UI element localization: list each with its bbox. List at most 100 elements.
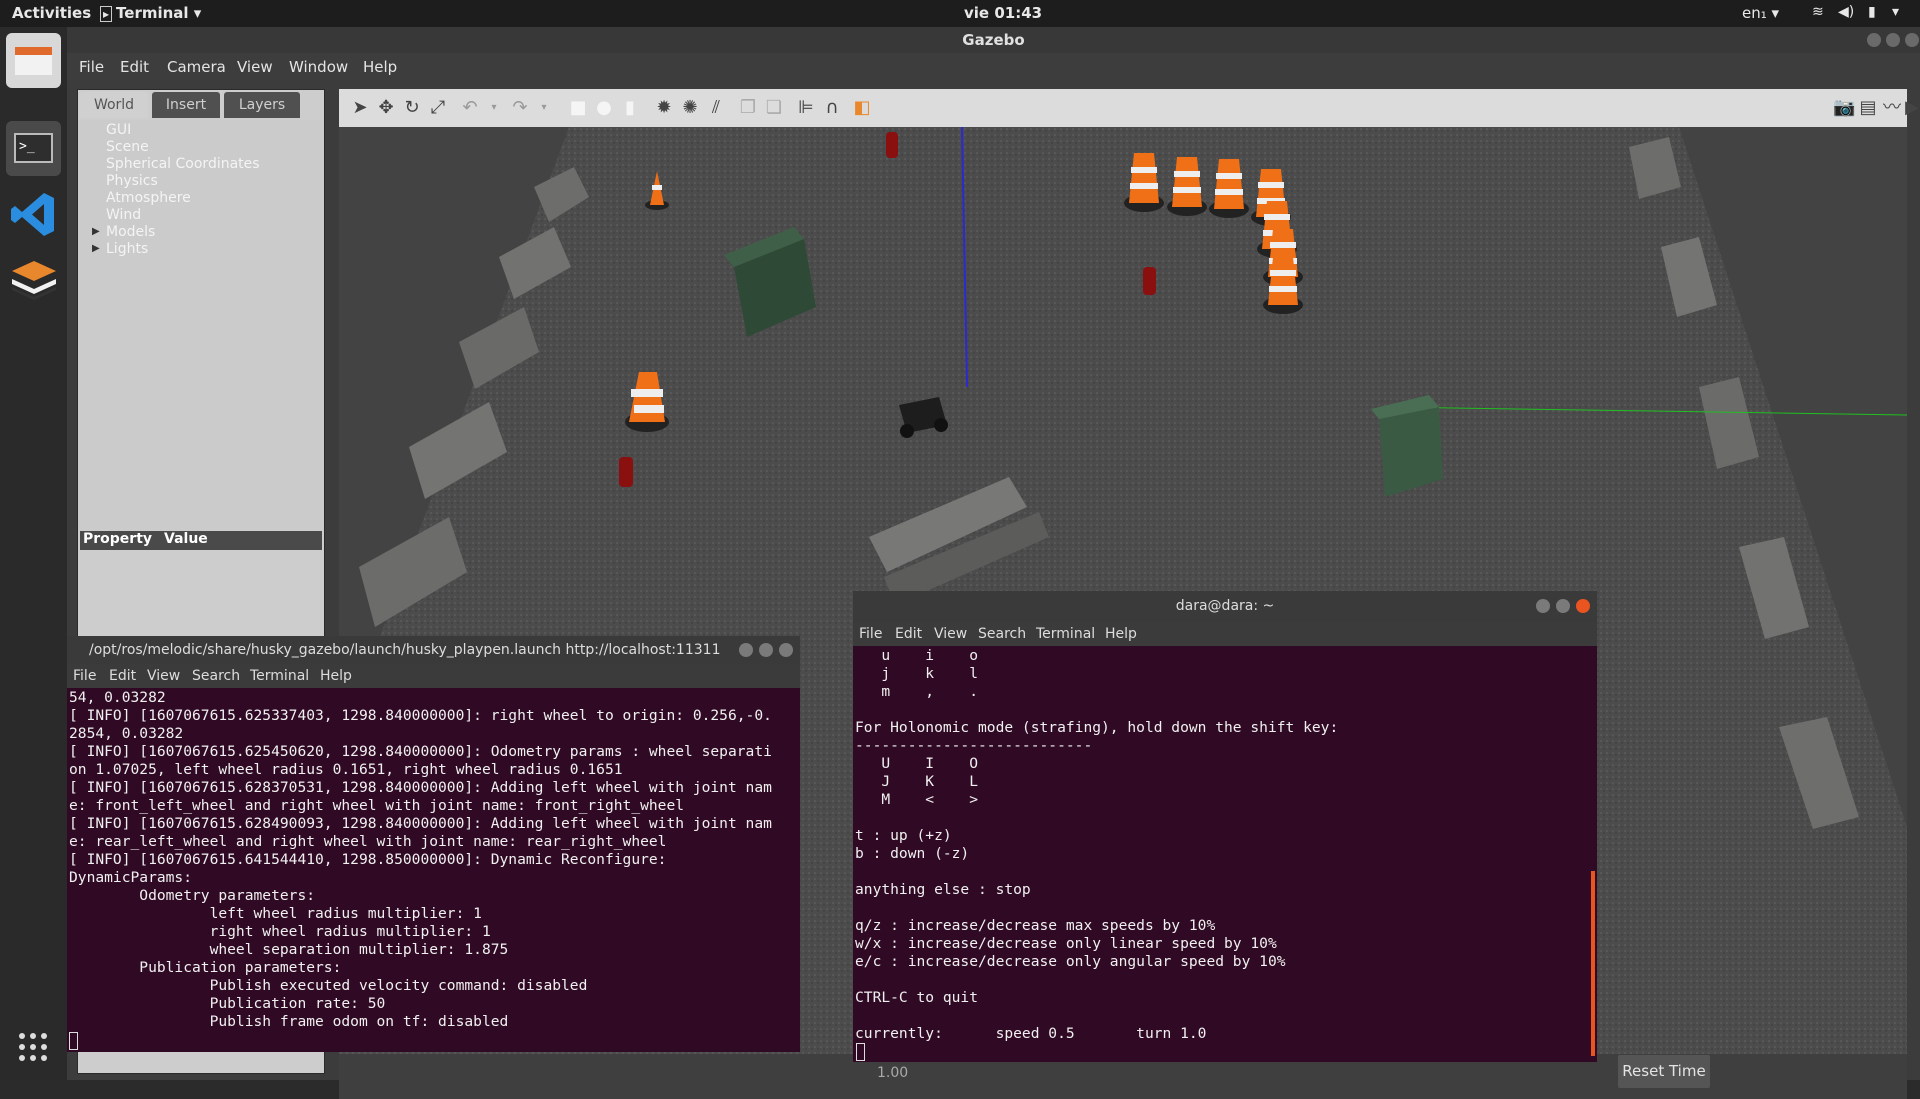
minimize-button[interactable]: [739, 643, 753, 657]
terminal-output[interactable]: 54, 0.03282[ INFO] [1607067615.625337403…: [69, 689, 772, 1031]
tree-item-scene[interactable]: Scene: [106, 139, 149, 155]
sphere-shape-icon[interactable]: ●: [593, 97, 615, 119]
tree-item-wind[interactable]: Wind: [106, 207, 141, 223]
menu-window[interactable]: Window: [289, 58, 348, 76]
menu-file[interactable]: File: [73, 668, 96, 684]
roslaunch-terminal-window: /opt/ros/melodic/share/husky_gazebo/laun…: [67, 636, 800, 1052]
tab-insert[interactable]: Insert: [152, 92, 220, 118]
terminal-title: dara@dara: ~: [853, 591, 1597, 622]
menu-terminal[interactable]: Terminal: [250, 668, 309, 684]
maximize-button[interactable]: [1556, 599, 1570, 613]
terminal-line: j k l: [855, 665, 979, 682]
terminal-line: e: front_left_wheel and right wheel with…: [69, 797, 685, 814]
terminal-line: Odometry parameters:: [69, 887, 316, 904]
show-applications-icon[interactable]: [18, 1032, 48, 1062]
tree-item-models[interactable]: Models: [106, 224, 155, 240]
files-app-icon[interactable]: [6, 33, 61, 88]
terminal-line: u i o: [855, 647, 979, 664]
undo-icon[interactable]: ↶: [459, 97, 481, 119]
vscode-app-icon[interactable]: [6, 187, 61, 242]
snap-icon[interactable]: ∩: [821, 97, 843, 119]
cylinder-shape-icon[interactable]: ▮: [619, 97, 641, 119]
select-mode-icon[interactable]: ➤: [349, 97, 371, 119]
top-bar: Activities ▸ Terminal ▾ vie 01:43 en₁ ▾ ≋…: [0, 0, 1920, 27]
activities-button[interactable]: Activities: [12, 4, 91, 22]
redo-icon[interactable]: ↷: [509, 97, 531, 119]
rotate-mode-icon[interactable]: ↻: [401, 97, 423, 119]
volume-icon[interactable]: ◀): [1838, 4, 1854, 20]
menu-help[interactable]: Help: [320, 668, 352, 684]
change-view-icon[interactable]: ◧: [851, 97, 873, 119]
menu-search[interactable]: Search: [978, 626, 1026, 642]
terminal-icon: ▸: [100, 6, 113, 22]
screenshot-camera-icon[interactable]: 📷: [1833, 97, 1855, 119]
tree-item-atmosphere[interactable]: Atmosphere: [106, 190, 191, 206]
wifi-icon[interactable]: ≋: [1812, 4, 1824, 20]
chevron-down-icon: ▾: [193, 4, 202, 22]
redo-history-chevron-icon[interactable]: ▾: [533, 97, 555, 119]
terminal-line: Publish frame odom on tf: disabled: [69, 1013, 509, 1030]
minimize-button[interactable]: [1867, 33, 1881, 47]
menu-view[interactable]: View: [237, 58, 273, 76]
minimize-button[interactable]: [1536, 599, 1550, 613]
log-icon[interactable]: ▤: [1857, 97, 1879, 119]
point-light-icon[interactable]: ✹: [653, 97, 675, 119]
maximize-button[interactable]: [759, 643, 773, 657]
tree-item-physics[interactable]: Physics: [106, 173, 158, 189]
expand-arrow-icon[interactable]: ▶: [92, 226, 100, 237]
battery-icon[interactable]: ▮: [1868, 4, 1876, 20]
terminal-line: Publication rate: 50: [69, 995, 386, 1012]
terminal-output[interactable]: u i o j k l m , . For Holonomic mode (str…: [855, 647, 1338, 1043]
tree-item-lights[interactable]: Lights: [106, 241, 148, 257]
align-icon[interactable]: ⊫: [795, 97, 817, 119]
terminal-line: 2854, 0.03282: [69, 725, 184, 742]
world-tree: GUI Scene Spherical Coordinates Physics …: [78, 120, 324, 530]
layers-app-icon[interactable]: [6, 249, 61, 304]
scale-mode-icon[interactable]: ⤢: [427, 97, 449, 119]
terminal-app-icon[interactable]: >_: [6, 121, 61, 176]
plot-icon[interactable]: 〰: [1881, 97, 1903, 119]
clock[interactable]: vie 01:43: [964, 4, 1042, 22]
menu-edit[interactable]: Edit: [109, 668, 136, 684]
paste-icon[interactable]: ❏: [763, 97, 785, 119]
close-button[interactable]: [1576, 599, 1590, 613]
menu-edit[interactable]: Edit: [120, 58, 149, 76]
menu-view[interactable]: View: [147, 668, 180, 684]
record-video-icon[interactable]: ▶: [1903, 97, 1920, 119]
app-menu-button[interactable]: ▸ Terminal ▾: [100, 4, 201, 22]
language-label: en₁: [1742, 4, 1767, 22]
language-indicator[interactable]: en₁ ▾: [1742, 4, 1779, 22]
directional-light-icon[interactable]: ⫽: [705, 97, 727, 119]
expand-arrow-icon[interactable]: ▶: [92, 243, 100, 254]
undo-history-chevron-icon[interactable]: ▾: [483, 97, 505, 119]
copy-icon[interactable]: ❐: [737, 97, 759, 119]
terminal-scrollbar[interactable]: [1591, 871, 1595, 1056]
menu-help[interactable]: Help: [363, 58, 397, 76]
terminal-line: DynamicParams:: [69, 869, 193, 886]
menu-help[interactable]: Help: [1105, 626, 1137, 642]
terminal-line: b : down (-z): [855, 845, 970, 862]
tab-layers[interactable]: Layers: [224, 92, 300, 118]
menu-edit[interactable]: Edit: [895, 626, 922, 642]
reset-time-button[interactable]: Reset Time: [1618, 1055, 1710, 1088]
translate-mode-icon[interactable]: ✥: [375, 97, 397, 119]
tab-world[interactable]: World: [80, 92, 148, 118]
maximize-button[interactable]: [1886, 33, 1900, 47]
terminal-line: 54, 0.03282: [69, 689, 166, 706]
tree-item-gui[interactable]: GUI: [106, 122, 131, 138]
menu-search[interactable]: Search: [192, 668, 240, 684]
menu-camera[interactable]: Camera: [167, 58, 226, 76]
menu-file[interactable]: File: [79, 58, 104, 76]
tree-item-spherical-coordinates[interactable]: Spherical Coordinates: [106, 156, 260, 172]
menu-view[interactable]: View: [934, 626, 967, 642]
menu-terminal[interactable]: Terminal: [1036, 626, 1095, 642]
spot-light-icon[interactable]: ✺: [679, 97, 701, 119]
system-menu-chevron-icon[interactable]: ▾: [1892, 4, 1899, 20]
close-button[interactable]: [1905, 33, 1919, 47]
terminal-menubar: File Edit View Search Terminal Help: [67, 664, 800, 688]
box-shape-icon[interactable]: ■: [567, 97, 589, 119]
menu-file[interactable]: File: [859, 626, 882, 642]
close-button[interactable]: [779, 643, 793, 657]
